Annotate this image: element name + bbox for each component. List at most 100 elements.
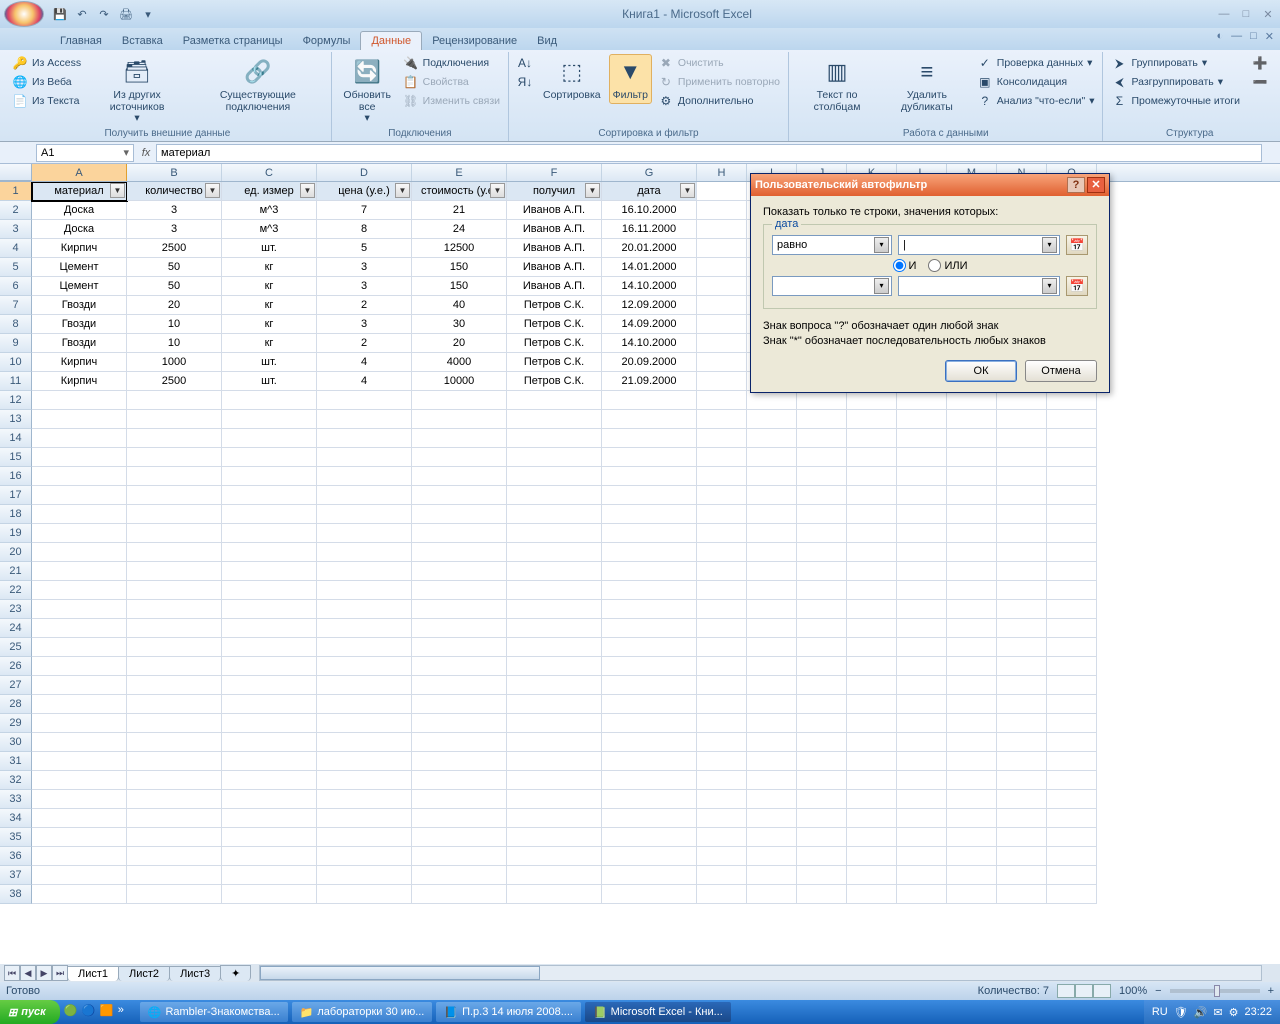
- cell[interactable]: [222, 695, 317, 714]
- cell[interactable]: 150: [412, 277, 507, 296]
- cell[interactable]: [897, 486, 947, 505]
- cell[interactable]: [412, 676, 507, 695]
- cell[interactable]: [697, 410, 747, 429]
- cell[interactable]: [747, 619, 797, 638]
- cell[interactable]: [947, 866, 997, 885]
- cell[interactable]: [847, 486, 897, 505]
- cell[interactable]: [897, 714, 947, 733]
- cell[interactable]: 3: [127, 220, 222, 239]
- cell[interactable]: 8: [317, 220, 412, 239]
- refresh-all-button[interactable]: 🔄Обновить все▾: [338, 54, 397, 127]
- cell[interactable]: [897, 391, 947, 410]
- calendar-button[interactable]: 📅: [1066, 235, 1088, 255]
- cell[interactable]: [897, 790, 947, 809]
- qat-more-icon[interactable]: ▾: [138, 4, 158, 24]
- cell[interactable]: [127, 733, 222, 752]
- cell[interactable]: [1047, 657, 1097, 676]
- cell[interactable]: 7: [317, 201, 412, 220]
- ql-icon[interactable]: 🟢: [64, 1004, 80, 1020]
- cell[interactable]: [697, 505, 747, 524]
- cell[interactable]: [507, 847, 602, 866]
- cell[interactable]: 24: [412, 220, 507, 239]
- tab-view[interactable]: Вид: [527, 32, 567, 50]
- cell[interactable]: [602, 429, 697, 448]
- cell[interactable]: [697, 866, 747, 885]
- cell[interactable]: [1047, 771, 1097, 790]
- cell[interactable]: [747, 391, 797, 410]
- row-header[interactable]: 20: [0, 543, 32, 562]
- cell[interactable]: 1000: [127, 353, 222, 372]
- cell[interactable]: [317, 505, 412, 524]
- cell[interactable]: [412, 543, 507, 562]
- cell[interactable]: [947, 619, 997, 638]
- cell[interactable]: [847, 429, 897, 448]
- filter-dropdown-button[interactable]: ▼: [205, 183, 220, 198]
- cell[interactable]: [317, 391, 412, 410]
- row-header[interactable]: 21: [0, 562, 32, 581]
- cell[interactable]: [602, 410, 697, 429]
- row-header[interactable]: 13: [0, 410, 32, 429]
- cell[interactable]: 3: [317, 315, 412, 334]
- cell[interactable]: [697, 847, 747, 866]
- cell[interactable]: [222, 543, 317, 562]
- cell[interactable]: [602, 657, 697, 676]
- cell[interactable]: [797, 543, 847, 562]
- cell[interactable]: [127, 524, 222, 543]
- cell[interactable]: [127, 714, 222, 733]
- row-header[interactable]: 3: [0, 220, 32, 239]
- row-header[interactable]: 5: [0, 258, 32, 277]
- cell[interactable]: [1047, 809, 1097, 828]
- cell[interactable]: [317, 562, 412, 581]
- cell[interactable]: [997, 809, 1047, 828]
- cell[interactable]: [697, 182, 747, 201]
- cell[interactable]: м^3: [222, 201, 317, 220]
- cell[interactable]: [32, 714, 127, 733]
- cell[interactable]: [1047, 676, 1097, 695]
- cell[interactable]: [847, 809, 897, 828]
- cell[interactable]: 150: [412, 258, 507, 277]
- cell[interactable]: [947, 524, 997, 543]
- cell[interactable]: [847, 562, 897, 581]
- cell[interactable]: [317, 828, 412, 847]
- cell[interactable]: Кирпич: [32, 239, 127, 258]
- cell[interactable]: 10: [127, 334, 222, 353]
- clock[interactable]: 23:22: [1244, 1006, 1272, 1018]
- cell[interactable]: [222, 847, 317, 866]
- radio-and[interactable]: И: [893, 259, 917, 272]
- cell[interactable]: [32, 467, 127, 486]
- cell[interactable]: [797, 695, 847, 714]
- cell[interactable]: [947, 885, 997, 904]
- cell[interactable]: [602, 771, 697, 790]
- cell[interactable]: материал▼: [32, 182, 127, 201]
- cell[interactable]: Петров С.К.: [507, 296, 602, 315]
- cell[interactable]: Цемент: [32, 277, 127, 296]
- cell[interactable]: [602, 847, 697, 866]
- cell[interactable]: [32, 619, 127, 638]
- cell[interactable]: [997, 562, 1047, 581]
- cell[interactable]: [412, 790, 507, 809]
- cell[interactable]: [947, 676, 997, 695]
- from-web-button[interactable]: 🌐Из Веба: [10, 73, 83, 91]
- cell[interactable]: [947, 429, 997, 448]
- row-header[interactable]: 35: [0, 828, 32, 847]
- cell[interactable]: [32, 676, 127, 695]
- cell[interactable]: [947, 448, 997, 467]
- next-sheet-button[interactable]: ▶: [36, 965, 52, 981]
- cell[interactable]: [897, 847, 947, 866]
- cell[interactable]: [897, 638, 947, 657]
- col-header-F[interactable]: F: [507, 164, 602, 181]
- cell[interactable]: [507, 562, 602, 581]
- ungroup-button[interactable]: ⮜Разгруппировать ▾: [1109, 73, 1242, 91]
- cell[interactable]: [747, 600, 797, 619]
- row-header[interactable]: 14: [0, 429, 32, 448]
- cell[interactable]: [997, 581, 1047, 600]
- cell[interactable]: [847, 543, 897, 562]
- cell[interactable]: [317, 657, 412, 676]
- col-header-H[interactable]: H: [697, 164, 747, 181]
- show-detail-button[interactable]: ➕: [1250, 54, 1270, 72]
- cell[interactable]: [997, 676, 1047, 695]
- cell[interactable]: шт.: [222, 239, 317, 258]
- cell[interactable]: [997, 524, 1047, 543]
- cell[interactable]: [847, 676, 897, 695]
- cell[interactable]: [1047, 600, 1097, 619]
